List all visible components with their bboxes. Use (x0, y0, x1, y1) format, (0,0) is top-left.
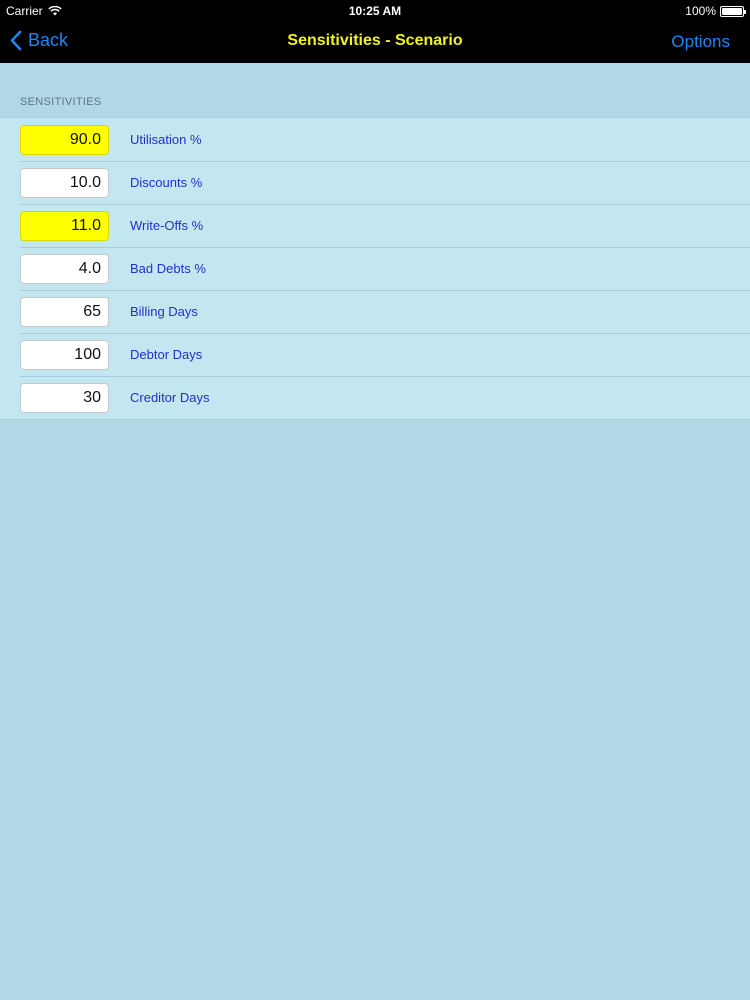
battery-icon (720, 5, 746, 17)
bad-debts-label: Bad Debts % (130, 261, 206, 276)
utilisation-label: Utilisation % (130, 132, 202, 147)
write-offs-field[interactable]: 11.0 (20, 210, 109, 241)
utilisation-field[interactable]: 90.0 (20, 124, 109, 155)
write-offs-label: Write-Offs % (130, 218, 204, 233)
status-time: 10:25 AM (348, 4, 402, 18)
bad-debts-field[interactable]: 4.0 (20, 253, 109, 284)
page-title: Sensitivities - Scenario (287, 32, 463, 49)
sensitivities-table: 90.0 Utilisation % 10.0 Discounts % 11.0… (0, 117, 750, 420)
options-button[interactable]: Options (671, 32, 730, 52)
table-row: 100 Debtor Days (0, 333, 750, 376)
table-row: 4.0 Bad Debts % (0, 247, 750, 290)
creditor-days-label: Creditor Days (130, 390, 210, 405)
billing-days-label: Billing Days (130, 304, 198, 319)
creditor-days-field[interactable]: 30 (20, 382, 109, 413)
status-bar: Carrier 10:25 AM 100% (0, 0, 750, 22)
navigation-bar: Back Sensitivities - Scenario Options (0, 22, 750, 63)
debtor-days-label: Debtor Days (130, 347, 203, 362)
table-row: 30 Creditor Days (0, 376, 750, 419)
table-row: 11.0 Write-Offs % (0, 204, 750, 247)
section-header: SENSITIVITIES (20, 96, 102, 108)
battery-group: 100% (685, 4, 746, 18)
chevron-left-icon (10, 30, 22, 51)
table-row: 90.0 Utilisation % (0, 118, 750, 161)
table-row: 10.0 Discounts % (0, 161, 750, 204)
back-button[interactable]: Back (10, 30, 68, 51)
back-label: Back (28, 30, 69, 50)
discounts-label: Discounts % (130, 175, 203, 190)
battery-percent: 100% (685, 4, 716, 18)
table-row: 65 Billing Days (0, 290, 750, 333)
billing-days-field[interactable]: 65 (20, 296, 109, 327)
discounts-field[interactable]: 10.0 (20, 167, 109, 198)
debtor-days-field[interactable]: 100 (20, 339, 109, 370)
